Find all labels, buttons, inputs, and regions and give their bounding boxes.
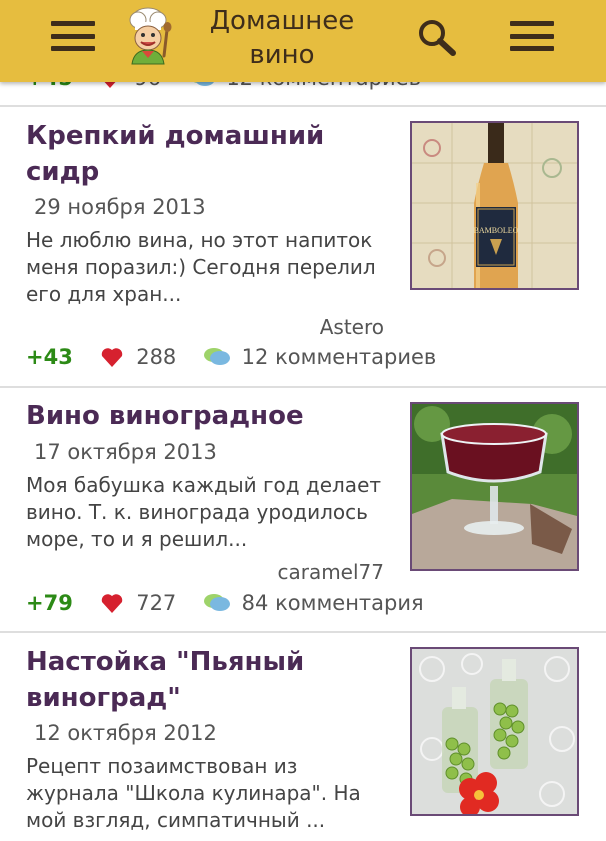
card-stats: +79 727 84 комментария (26, 591, 424, 619)
heart-icon[interactable] (100, 592, 124, 619)
comments-count[interactable]: 84 комментария (242, 591, 424, 615)
card-title[interactable]: Крепкий домашний сидр (26, 118, 396, 190)
bottle-label: BAMBOLEO (474, 226, 519, 235)
likes-count: 727 (136, 591, 177, 615)
comments-count[interactable]: 12 комментариев (242, 345, 437, 369)
comments-icon (203, 592, 231, 619)
search-icon[interactable] (416, 18, 460, 58)
card-author[interactable]: Astero (320, 315, 384, 339)
rating-count: +79 (26, 591, 73, 615)
chef-icon[interactable] (120, 6, 176, 66)
card-date: 29 ноября 2013 (34, 195, 206, 219)
card-stats: +43 288 12 комментариев (26, 345, 436, 373)
card-excerpt: Рецепт позаимствован из журнала "Школа к… (26, 754, 361, 832)
recipe-card[interactable]: Вино виноградное 17 октября 2013 Моя баб… (0, 388, 606, 632)
page-title: Домашнее вино (209, 6, 355, 70)
recipe-card[interactable]: Крепкий домашний сидр 29 ноября 2013 Не … (0, 107, 606, 387)
card-excerpt: Не люблю вина, но этот напиток меня пора… (26, 228, 376, 306)
overflow-menu-icon[interactable] (510, 21, 554, 51)
card-date: 12 октября 2012 (34, 721, 217, 745)
card-title[interactable]: Настойка "Пьяный виноград" (26, 644, 396, 716)
card-thumbnail[interactable]: BAMBOLEO (410, 121, 579, 290)
likes-count: 288 (136, 345, 177, 369)
comments-icon (203, 346, 231, 373)
card-author[interactable]: caramel77 (277, 560, 384, 584)
heart-icon[interactable] (100, 346, 124, 373)
rating-count: +43 (26, 345, 73, 369)
card-excerpt: Моя бабушка каждый год делает вино. Т. к… (26, 473, 382, 551)
menu-icon[interactable] (51, 21, 95, 51)
card-thumbnail[interactable] (410, 647, 579, 816)
card-date: 17 октября 2013 (34, 440, 217, 464)
app-bar: Домашнее вино (0, 0, 606, 82)
recipe-card[interactable]: Настойка "Пьяный виноград" 12 октября 20… (0, 633, 606, 841)
card-thumbnail[interactable] (410, 402, 579, 571)
card-title[interactable]: Вино виноградное (26, 398, 396, 434)
